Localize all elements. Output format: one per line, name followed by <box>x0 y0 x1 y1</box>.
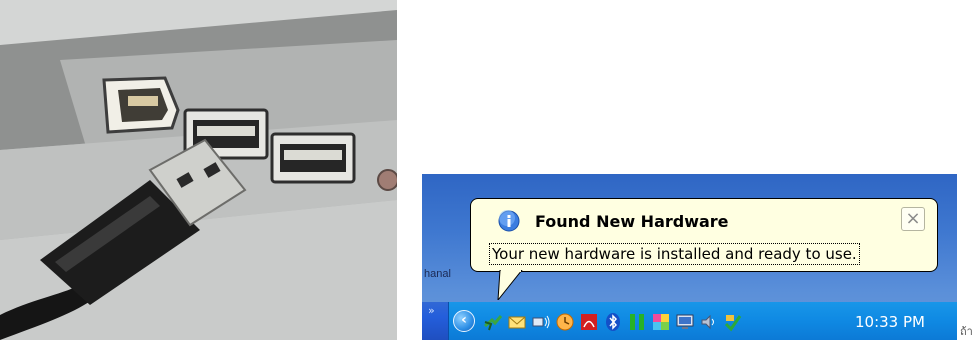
wallpaper-text: hanal <box>424 268 451 280</box>
balloon-tail <box>497 270 523 300</box>
balloon-message[interactable]: Your new hardware is installed and ready… <box>489 243 860 265</box>
acrobat-icon[interactable] <box>579 312 599 332</box>
tray-expand-button[interactable]: ‹ <box>453 310 475 332</box>
caption-fragment: ถ้า <box>960 325 973 338</box>
taskbar: » ‹ 10:33 PM <box>422 302 957 340</box>
taskbar-clock[interactable]: 10:33 PM <box>855 313 925 331</box>
usb-photo <box>0 0 397 340</box>
update-icon[interactable] <box>723 312 743 332</box>
network-icon[interactable] <box>531 312 551 332</box>
usb-photo-illustration <box>0 0 397 340</box>
usb-port <box>270 132 356 184</box>
speaker-icon[interactable] <box>699 312 719 332</box>
windows-xp-screenshot: hanal Found New Hardware × Your new hard… <box>422 174 957 340</box>
close-icon[interactable]: × <box>901 207 925 231</box>
taskbar-chevron[interactable]: » <box>428 304 435 317</box>
info-icon <box>498 210 520 232</box>
balloon-title: Found New Hardware <box>535 212 729 231</box>
safely-remove-hardware-icon[interactable] <box>483 312 503 332</box>
green-bars-icon[interactable] <box>627 312 647 332</box>
mail-icon[interactable] <box>507 312 527 332</box>
firewire-port <box>102 76 180 134</box>
bluetooth-icon[interactable] <box>603 312 623 332</box>
clock-app-icon[interactable] <box>555 312 575 332</box>
notification-balloon[interactable]: Found New Hardware × Your new hardware i… <box>470 198 938 272</box>
colorful-app-icon[interactable] <box>651 312 671 332</box>
display-icon[interactable] <box>675 312 695 332</box>
system-tray: ‹ 10:33 PM <box>448 302 957 340</box>
